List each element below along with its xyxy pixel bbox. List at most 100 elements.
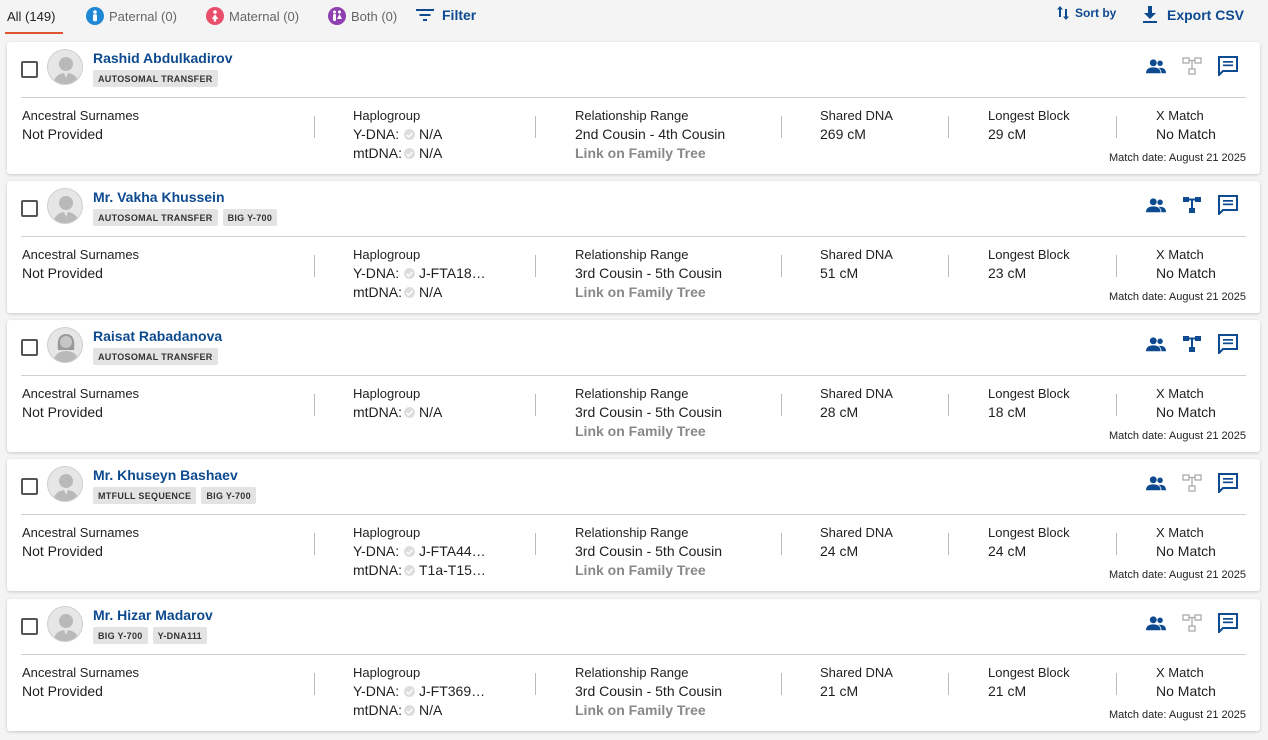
column-separator — [314, 533, 315, 555]
card-divider — [21, 514, 1246, 515]
tab-both[interactable]: Both (0) — [328, 7, 397, 25]
tab-both-label: Both (0) — [351, 8, 398, 24]
male-avatar-icon — [53, 614, 79, 641]
view-profile-button[interactable] — [1146, 613, 1166, 633]
tab-all[interactable]: All (149) — [5, 9, 63, 34]
match-card: Mr. Hizar Madarov BIG Y-700 Y-DNA111 Anc… — [7, 599, 1260, 731]
family-tree-button[interactable] — [1182, 195, 1202, 215]
view-profile-button[interactable] — [1146, 334, 1166, 354]
column-separator — [948, 533, 949, 555]
select-checkbox[interactable] — [21, 618, 38, 635]
link-family-tree[interactable]: Link on Family Tree — [575, 283, 722, 302]
link-family-tree[interactable]: Link on Family Tree — [575, 144, 725, 163]
x-match-value: No Match — [1156, 265, 1216, 281]
column-separator — [535, 394, 536, 416]
ancestral-value: Not Provided — [22, 265, 103, 281]
ydna-row: Y-DNA: J-FTA44… — [353, 543, 486, 559]
x-match: X Match No Match — [1156, 247, 1216, 281]
family-tree-button[interactable] — [1182, 613, 1202, 633]
sort-label: Sort by — [1075, 6, 1117, 20]
export-csv-button[interactable]: Export CSV — [1142, 6, 1244, 24]
link-family-tree[interactable]: Link on Family Tree — [575, 701, 722, 720]
avatar — [47, 49, 83, 85]
tab-maternal[interactable]: Maternal (0) — [206, 7, 299, 25]
mtdna-row: mtDNA: T1a-T15… — [353, 562, 486, 578]
ancestral-value: Not Provided — [22, 683, 103, 699]
longest-block: Longest Block 29 cM — [988, 108, 1070, 142]
export-csv-label: Export CSV — [1167, 7, 1245, 23]
family-tree-icon — [1182, 474, 1202, 492]
match-card: Rashid Abdulkadirov AUTOSOMAL TRANSFER A… — [7, 42, 1260, 174]
test-tag: AUTOSOMAL TRANSFER — [93, 209, 218, 226]
match-date: Match date: August 21 2025 — [1109, 291, 1246, 303]
mtdna-value: N/A — [419, 284, 443, 300]
ydna-value: J-FTA44… — [419, 543, 486, 559]
avatar — [47, 327, 83, 363]
check-icon — [404, 705, 415, 716]
relationship-value: 2nd Cousin - 4th Cousin — [575, 126, 726, 142]
check-icon — [404, 565, 415, 576]
test-tags: AUTOSOMAL TRANSFER BIG Y-700 — [93, 209, 278, 226]
message-button[interactable] — [1218, 613, 1238, 633]
message-icon — [1218, 613, 1238, 633]
tab-paternal[interactable]: Paternal (0) — [86, 7, 177, 25]
view-profile-button[interactable] — [1146, 473, 1166, 493]
test-tags: AUTOSOMAL TRANSFER — [93, 70, 218, 87]
x-match: X Match No Match — [1156, 665, 1216, 699]
match-name[interactable]: Rashid Abdulkadirov — [93, 50, 233, 66]
ydna-value: J-FTA18… — [419, 265, 486, 281]
toolbar: All (149) Paternal (0) Maternal (0) Both… — [0, 0, 1268, 36]
haplogroup: Haplogroup Y-DNA: N/A mtDNA: N/A — [353, 108, 443, 161]
relationship-range: Relationship Range 3rd Cousin - 5th Cous… — [575, 386, 723, 441]
column-separator — [948, 116, 949, 138]
message-button[interactable] — [1218, 195, 1238, 215]
people-icon — [1146, 59, 1166, 74]
test-tag: Y-DNA111 — [152, 627, 207, 644]
select-checkbox[interactable] — [21, 200, 38, 217]
link-family-tree[interactable]: Link on Family Tree — [575, 422, 722, 441]
longest-block: Longest Block 24 cM — [988, 525, 1070, 559]
check-icon — [404, 686, 415, 697]
match-name[interactable]: Mr. Khuseyn Bashaev — [93, 467, 238, 483]
ydna-value: N/A — [419, 126, 443, 142]
match-date: Match date: August 21 2025 — [1109, 152, 1246, 164]
filter-icon — [416, 9, 434, 21]
column-separator — [1116, 255, 1117, 277]
avatar — [47, 606, 83, 642]
x-match: X Match No Match — [1156, 108, 1216, 142]
relationship-value: 3rd Cousin - 5th Cousin — [575, 543, 723, 559]
view-profile-button[interactable] — [1146, 56, 1166, 76]
message-icon — [1218, 56, 1238, 76]
match-name[interactable]: Raisat Rabadanova — [93, 328, 222, 344]
sort-button[interactable]: Sort by — [1056, 5, 1116, 21]
family-tree-button[interactable] — [1182, 334, 1202, 354]
relationship-value: 3rd Cousin - 5th Cousin — [575, 404, 723, 420]
match-name[interactable]: Mr. Vakha Khussein — [93, 189, 225, 205]
message-button[interactable] — [1218, 334, 1238, 354]
message-icon — [1218, 195, 1238, 215]
message-button[interactable] — [1218, 56, 1238, 76]
check-icon — [404, 546, 415, 557]
match-name[interactable]: Mr. Hizar Madarov — [93, 607, 213, 623]
ydna-row: Y-DNA: N/A — [353, 126, 443, 142]
family-tree-icon — [1182, 57, 1202, 75]
filter-button[interactable]: Filter — [416, 7, 476, 23]
shared-dna-value: 51 cM — [820, 265, 859, 281]
select-checkbox[interactable] — [21, 478, 38, 495]
card-actions — [1146, 473, 1238, 493]
link-family-tree[interactable]: Link on Family Tree — [575, 561, 722, 580]
message-button[interactable] — [1218, 473, 1238, 493]
column-separator — [781, 533, 782, 555]
match-date: Match date: August 21 2025 — [1109, 430, 1246, 442]
shared-dna-value: 21 cM — [820, 683, 859, 699]
longest-block-value: 23 cM — [988, 265, 1027, 281]
shared-dna-value: 28 cM — [820, 404, 859, 420]
select-checkbox[interactable] — [21, 339, 38, 356]
view-profile-button[interactable] — [1146, 195, 1166, 215]
shared-dna: Shared DNA 28 cM — [820, 386, 893, 420]
column-separator — [314, 255, 315, 277]
family-tree-button[interactable] — [1182, 56, 1202, 76]
ancestral-value: Not Provided — [22, 404, 103, 420]
family-tree-button[interactable] — [1182, 473, 1202, 493]
select-checkbox[interactable] — [21, 61, 38, 78]
